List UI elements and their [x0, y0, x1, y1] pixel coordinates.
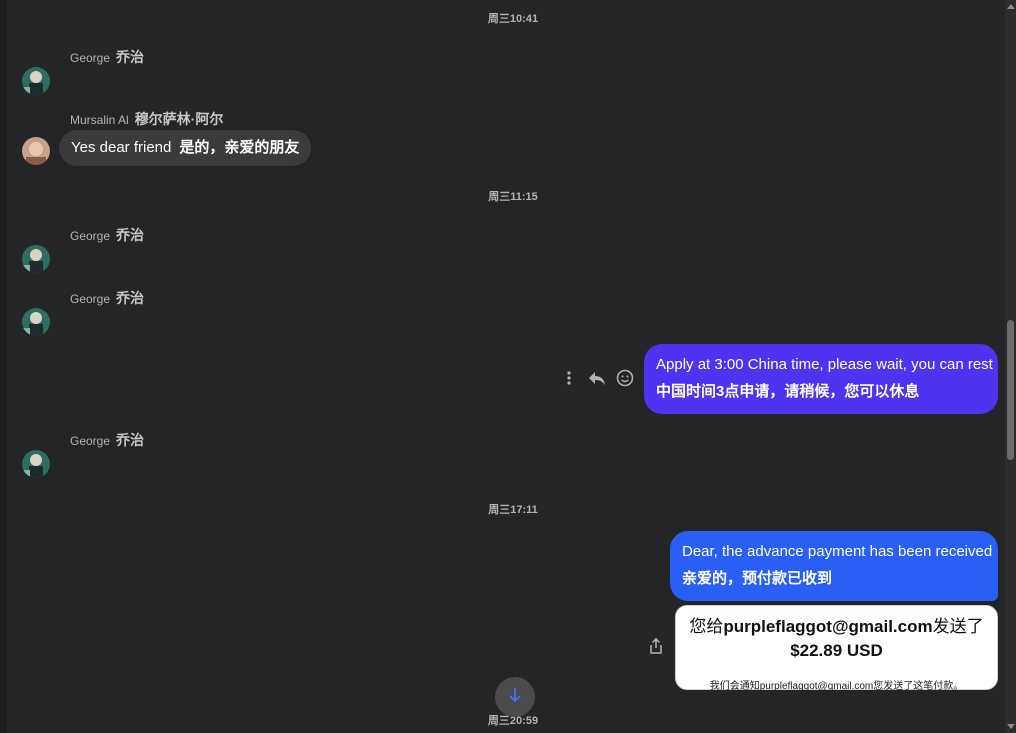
avatar-george[interactable] — [22, 450, 50, 478]
timestamp: 周三11:15 — [488, 191, 538, 203]
payment-recipient-line: 您给purpleflaggot@gmail.com发送了 — [689, 617, 984, 636]
arrow-down-icon — [508, 687, 522, 708]
reply-icon[interactable] — [588, 369, 606, 387]
scrollbar-thumb[interactable] — [1007, 320, 1014, 460]
sender-name: George 乔治 — [70, 49, 145, 65]
sender-name: George 乔治 — [70, 432, 145, 448]
window-edge — [0, 0, 7, 733]
payment-amount: $22.89 USD — [790, 641, 883, 660]
payment-note: 我们会通知purpleflaggot@gmail.com您发送了这笔付款。 — [709, 681, 964, 692]
avatar-mursalin[interactable] — [22, 137, 50, 165]
payment-email: purpleflaggot@gmail.com — [723, 617, 933, 636]
sender-name: George 乔治 — [70, 290, 145, 306]
timestamp: 周三10:41 — [487, 13, 539, 25]
avatar-george[interactable] — [22, 245, 50, 273]
scroll-up-icon[interactable] — [1007, 4, 1015, 9]
share-icon[interactable] — [647, 637, 665, 655]
chat-thread: 周三10:41 George 乔治 Mursalin Al 穆尔萨林·阿尔 Yes … — [7, 0, 1005, 733]
smiley-icon[interactable] — [616, 369, 634, 387]
avatar-george[interactable] — [22, 308, 50, 336]
sender-name: Mursalin Al 穆尔萨林·阿尔 — [70, 111, 224, 127]
scrollbar[interactable] — [1005, 0, 1016, 733]
message-actions — [560, 369, 634, 387]
outgoing-message-bubble[interactable]: Apply at 3:00 China time, please wait, y… — [644, 344, 998, 414]
sender-name: George 乔治 — [70, 227, 145, 243]
scroll-to-bottom-button[interactable] — [495, 677, 535, 717]
payment-card[interactable]: 您给purpleflaggot@gmail.com发送了 $22.89 USD … — [675, 605, 998, 692]
more-vertical-icon[interactable] — [560, 369, 578, 387]
incoming-message-bubble[interactable]: Yes dear friend 是的，亲爱的朋友 — [59, 130, 312, 166]
outgoing-message-bubble[interactable]: Dear, the advance payment has been recei… — [670, 531, 998, 601]
scroll-down-icon[interactable] — [1007, 724, 1015, 729]
timestamp: 周三17:11 — [488, 504, 538, 516]
avatar-george[interactable] — [22, 67, 50, 95]
